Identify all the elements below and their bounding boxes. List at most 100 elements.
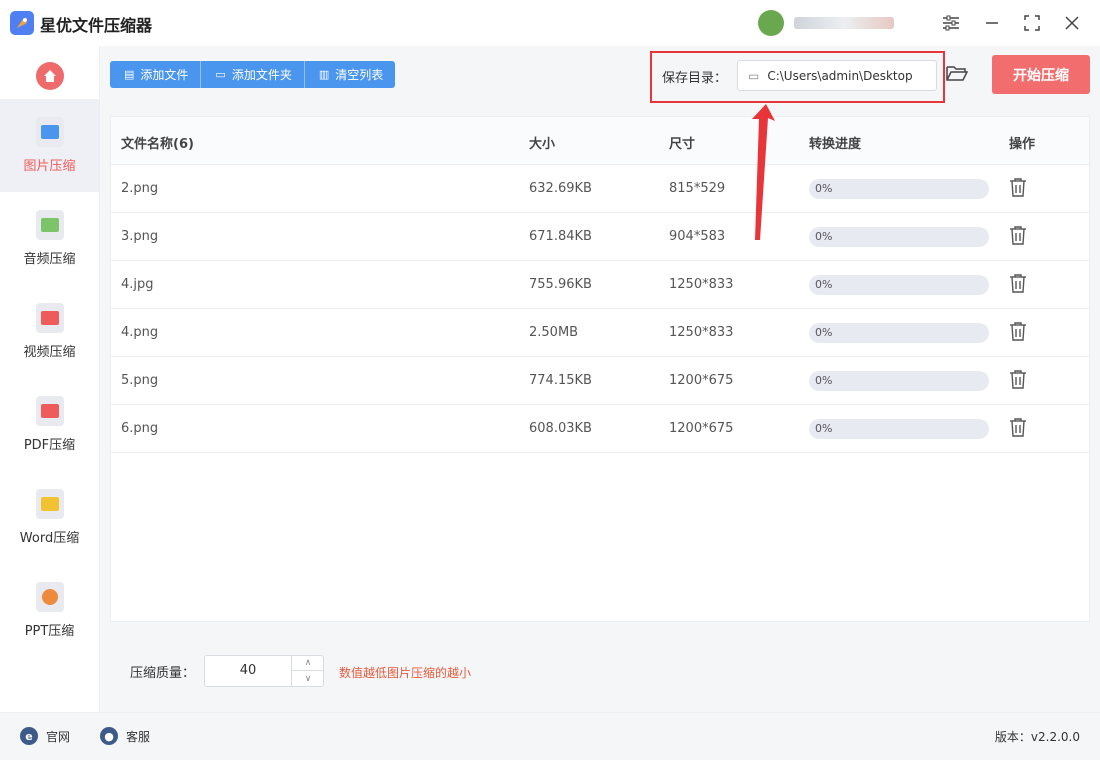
website-label: 官网 [46, 729, 71, 744]
save-directory-input[interactable]: ▭ C:\Users\admin\Desktop [737, 60, 937, 91]
home-icon [44, 70, 56, 82]
add-file-label: 添加文件 [140, 68, 189, 82]
file-dimension-cell: 1250*833 [669, 325, 734, 340]
column-header-dimension: 尺寸 [669, 137, 696, 152]
save-directory-path: C:\Users\admin\Desktop [767, 68, 913, 83]
sidebar-item-image-compress[interactable]: 图片压缩 [0, 99, 99, 192]
sidebar-item-word-compress[interactable]: Word压缩 [0, 471, 99, 564]
start-compress-button[interactable]: 开始压缩 [992, 55, 1090, 94]
file-size-cell: 632.69KB [529, 181, 592, 196]
table-row[interactable]: 2.png 632.69KB 815*529 0% [111, 165, 1089, 213]
save-directory-label: 保存目录： [662, 71, 728, 86]
sidebar-item-ppt-compress[interactable]: PPT压缩 [0, 564, 99, 657]
title-bar: 星优文件压缩器 [0, 0, 1100, 46]
table-header: 文件名称(6) 大小 尺寸 转换进度 操作 [111, 117, 1089, 165]
file-size-cell: 2.50MB [529, 325, 579, 340]
progress-bar: 0% [809, 323, 989, 343]
file-name-cell: 4.jpg [121, 277, 154, 292]
quality-decrement-button[interactable]: ∨ [291, 671, 324, 686]
file-name-cell: 6.png [121, 421, 159, 436]
app-logo-icon [10, 11, 34, 35]
quality-label: 压缩质量： [130, 666, 196, 681]
clear-list-button[interactable]: ▥ 清空列表 [305, 61, 395, 88]
sidebar-item-audio-compress[interactable]: 音频压缩 [0, 192, 99, 285]
table-row[interactable]: 6.png 608.03KB 1200*675 0% [111, 405, 1089, 453]
table-row[interactable]: 5.png 774.15KB 1200*675 0% [111, 357, 1089, 405]
sidebar-item-label: 视频压缩 [23, 345, 76, 360]
file-table: 文件名称(6) 大小 尺寸 转换进度 操作 2.png 632.69KB 815*5… [110, 116, 1090, 622]
file-dimension-cell: 815*529 [669, 181, 726, 196]
progress-text: 0% [815, 422, 833, 435]
add-file-button[interactable]: ▤ 添加文件 [110, 61, 202, 88]
ppt-icon [35, 582, 64, 612]
table-row[interactable]: 4.png 2.50MB 1250*833 0% [111, 309, 1089, 357]
sidebar-item-label: PPT压缩 [24, 624, 75, 639]
file-dimension-cell: 1250*833 [669, 277, 734, 292]
website-link[interactable]: e 官网 [20, 727, 70, 745]
progress-text: 0% [815, 182, 833, 195]
delete-trash-icon[interactable] [1009, 369, 1029, 391]
delete-trash-icon[interactable] [1009, 321, 1029, 343]
image-icon [35, 117, 64, 147]
customer-service-label: 客服 [126, 729, 151, 744]
column-header-name: 文件名称(6) [121, 137, 194, 152]
delete-trash-icon[interactable] [1009, 417, 1029, 439]
progress-text: 0% [815, 374, 833, 387]
clear-list-label: 清空列表 [335, 68, 384, 82]
sidebar-item-label: 图片压缩 [23, 159, 76, 174]
table-row[interactable]: 4.jpg 755.96KB 1250*833 0% [111, 261, 1089, 309]
user-account[interactable] [758, 10, 894, 36]
footer: e 官网 ● 客服 版本：v2.2.0.0 [0, 712, 1100, 760]
quality-hint: 数值越低图片压缩的越小 [339, 666, 472, 680]
open-folder-icon[interactable] [946, 64, 969, 87]
file-name-cell: 2.png [121, 181, 159, 196]
progress-bar: 0% [809, 227, 989, 247]
minimize-icon[interactable] [979, 10, 1005, 36]
delete-trash-icon[interactable] [1009, 225, 1029, 247]
music-icon [35, 210, 64, 240]
delete-trash-icon[interactable] [1009, 273, 1029, 295]
version-text: 版本：v2.2.0.0 [994, 730, 1080, 744]
folder-icon: ▭ [215, 68, 226, 81]
trash-icon: ▥ [318, 68, 330, 81]
progress-bar: 0% [809, 419, 989, 439]
settings-sliders-icon[interactable] [938, 10, 964, 36]
file-size-cell: 608.03KB [529, 421, 592, 436]
username-redacted [794, 17, 894, 29]
sidebar-item-pdf-compress[interactable]: PDF压缩 [0, 378, 99, 471]
progress-text: 0% [815, 278, 833, 291]
pdf-icon [35, 396, 64, 426]
sidebar: 图片压缩 音频压缩 视频压缩 PDF压缩 Word压缩 PPT压缩 [0, 46, 100, 712]
file-dimension-cell: 1200*675 [669, 373, 734, 388]
quality-stepper[interactable]: 40 ∧ ∨ [204, 655, 324, 687]
file-name-cell: 3.png [121, 229, 159, 244]
sidebar-item-label: PDF压缩 [23, 438, 76, 453]
folder-icon: ▭ [748, 68, 760, 83]
column-header-progress: 转换进度 [809, 137, 862, 152]
column-header-actions: 操作 [1009, 137, 1036, 152]
word-icon [35, 489, 64, 519]
progress-bar: 0% [809, 275, 989, 295]
sidebar-item-video-compress[interactable]: 视频压缩 [0, 285, 99, 378]
close-icon[interactable] [1059, 10, 1085, 36]
progress-text: 0% [815, 230, 833, 243]
file-size-cell: 774.15KB [529, 373, 592, 388]
file-toolbar: ▤ 添加文件 ▭ 添加文件夹 ▥ 清空列表 [110, 61, 396, 88]
file-icon: ▤ [124, 68, 135, 81]
chat-icon: ● [100, 727, 118, 745]
file-dimension-cell: 1200*675 [669, 421, 734, 436]
quality-increment-button[interactable]: ∧ [291, 656, 324, 671]
file-dimension-cell: 904*583 [669, 229, 726, 244]
file-name-cell: 5.png [121, 373, 159, 388]
add-folder-button[interactable]: ▭ 添加文件夹 [201, 61, 305, 88]
customer-service-link[interactable]: ● 客服 [100, 727, 150, 745]
quality-value[interactable]: 40 [205, 663, 291, 678]
maximize-icon[interactable] [1019, 10, 1045, 36]
file-size-cell: 671.84KB [529, 229, 592, 244]
app-title: 星优文件压缩器 [40, 16, 153, 35]
avatar[interactable] [758, 10, 784, 36]
table-row[interactable]: 3.png 671.84KB 904*583 0% [111, 213, 1089, 261]
delete-trash-icon[interactable] [1009, 177, 1029, 199]
progress-text: 0% [815, 326, 833, 339]
home-button[interactable] [36, 62, 64, 90]
